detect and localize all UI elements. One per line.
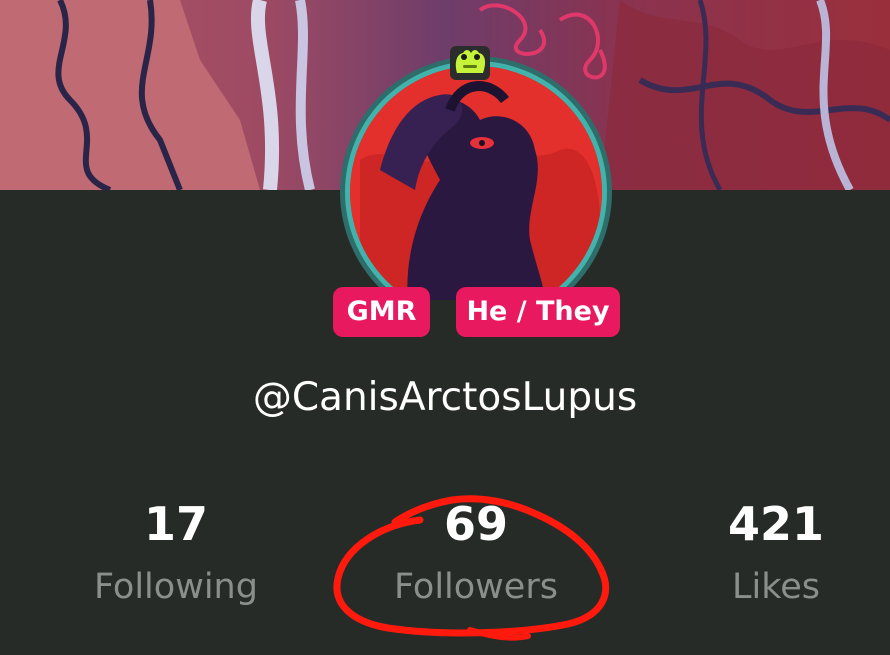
stat-followers[interactable]: 69 Followers	[346, 495, 606, 613]
tag-gmr: GMR	[333, 287, 430, 337]
username: @CanisArctosLupus	[252, 375, 638, 420]
likes-label: Likes	[731, 567, 820, 607]
following-label: Following	[94, 567, 258, 607]
stat-likes[interactable]: 421 Likes	[646, 495, 890, 613]
profile-tags: GMR He / They	[0, 287, 890, 339]
stat-following[interactable]: 17 Following	[46, 495, 306, 613]
frog-badge-icon	[450, 46, 490, 80]
followers-count: 69	[443, 497, 508, 551]
tag-pronouns: He / They	[456, 287, 620, 337]
avatar-image	[340, 46, 612, 300]
followers-label: Followers	[394, 567, 558, 607]
following-count: 17	[143, 497, 208, 551]
avatar[interactable]	[330, 40, 630, 300]
likes-count: 421	[727, 497, 825, 551]
